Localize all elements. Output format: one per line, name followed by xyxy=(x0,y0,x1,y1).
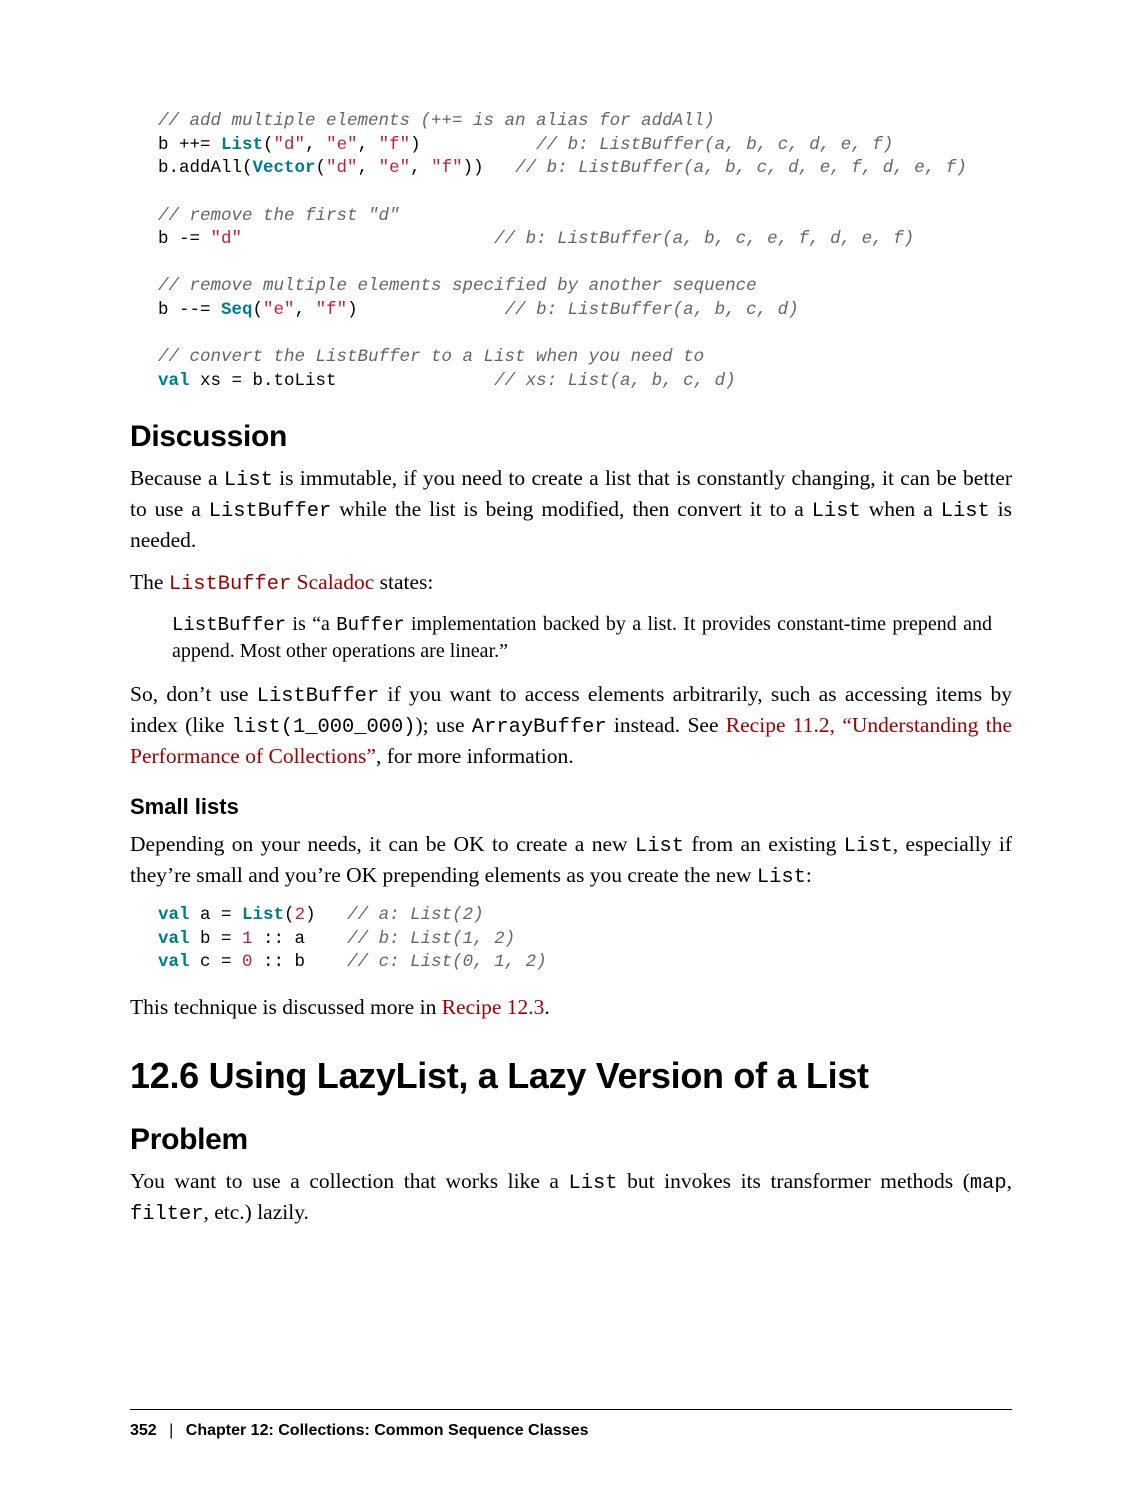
text: : xyxy=(806,863,812,887)
text: You want to use a collection that works … xyxy=(130,1169,569,1193)
paragraph-small-lists-2: This technique is discussed more in Reci… xyxy=(130,993,1012,1023)
code-inline: ListBuffer xyxy=(257,685,379,708)
code-inline: map xyxy=(970,1172,1007,1195)
text: instead. See xyxy=(607,713,726,737)
text: , xyxy=(1007,1169,1012,1193)
paragraph-discussion-1: Because a List is immutable, if you need… xyxy=(130,464,1012,556)
code-inline: List xyxy=(635,835,684,858)
text: ); use xyxy=(415,713,471,737)
text: Depending on your needs, it can be OK to… xyxy=(130,832,635,856)
code-inline: Buffer xyxy=(336,614,404,636)
text: . xyxy=(544,995,549,1019)
code-block-listbuffer: // add multiple elements (++= is an alia… xyxy=(158,110,1012,394)
code-inline: List xyxy=(224,469,273,492)
code-inline: ListBuffer xyxy=(209,500,331,523)
paragraph-discussion-3: So, don’t use ListBuffer if you want to … xyxy=(130,680,1012,772)
text: This technique is discussed more in xyxy=(130,995,442,1019)
page-footer: 352 | Chapter 12: Collections: Common Se… xyxy=(130,1409,1012,1440)
link-recipe-12-3[interactable]: Recipe 12.3 xyxy=(442,995,545,1019)
heading-problem: Problem xyxy=(130,1123,1012,1157)
code-inline: List xyxy=(757,866,806,889)
code-inline: ListBuffer xyxy=(172,614,286,636)
code-inline: List xyxy=(844,835,893,858)
code-inline: list(1_000_000) xyxy=(232,716,416,739)
page: // add multiple elements (++= is an alia… xyxy=(0,0,1142,1500)
code-inline: ArrayBuffer xyxy=(472,716,607,739)
text: from an existing xyxy=(684,832,844,856)
text: states: xyxy=(374,570,433,594)
text: , for more information. xyxy=(376,744,574,768)
text: is “a xyxy=(286,613,336,635)
blockquote-text: ListBuffer is “a Buffer implementation b… xyxy=(172,611,992,666)
blockquote-scaladoc: ListBuffer is “a Buffer implementation b… xyxy=(172,611,1012,666)
code-inline: filter xyxy=(130,1203,203,1226)
paragraph-problem: You want to use a collection that works … xyxy=(130,1167,1012,1229)
heading-recipe-12-6: 12.6 Using LazyList, a Lazy Version of a… xyxy=(130,1055,1012,1097)
text: but invokes its transformer methods ( xyxy=(618,1169,970,1193)
chapter-title: Chapter 12: Collections: Common Sequence… xyxy=(186,1422,589,1439)
text: Because a xyxy=(130,466,224,490)
code-inline: List xyxy=(812,500,861,523)
text: while the list is being modified, then c… xyxy=(331,497,812,521)
text: , etc.) lazily. xyxy=(203,1200,308,1224)
text: The xyxy=(130,570,169,594)
code-inline: List xyxy=(569,1172,618,1195)
page-number: 352 xyxy=(130,1422,157,1439)
code-block-small-lists: val a = List(2) // a: List(2) val b = 1 … xyxy=(158,904,1012,975)
heading-small-lists: Small lists xyxy=(130,794,1012,820)
paragraph-scaladoc-intro: The ListBuffer Scaladoc states: xyxy=(130,568,1012,599)
text: So, don’t use xyxy=(130,682,257,706)
code-inline: List xyxy=(941,500,990,523)
code-inline: ListBuffer xyxy=(169,573,291,596)
link-listbuffer-scaladoc[interactable]: ListBuffer Scaladoc xyxy=(169,570,374,594)
paragraph-small-lists-1: Depending on your needs, it can be OK to… xyxy=(130,830,1012,892)
footer-separator: | xyxy=(169,1422,173,1439)
text: when a xyxy=(861,497,941,521)
heading-discussion: Discussion xyxy=(130,420,1012,454)
